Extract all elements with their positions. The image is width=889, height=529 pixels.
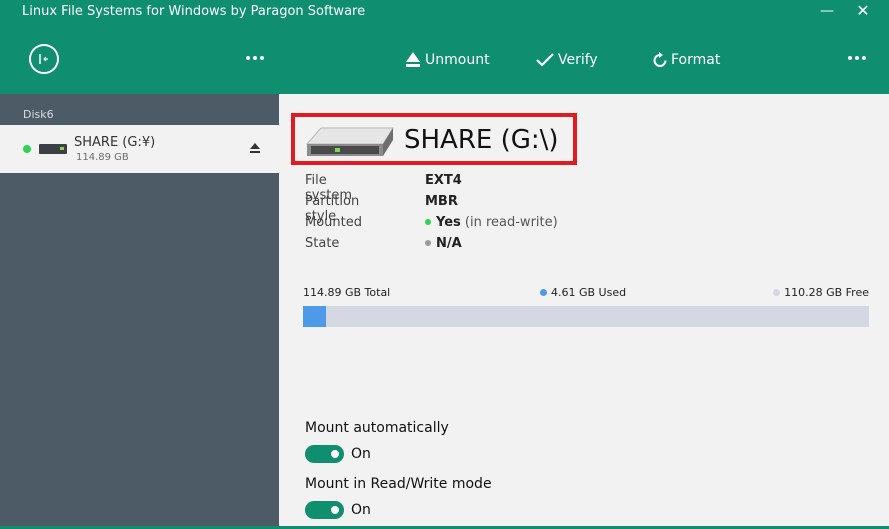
eject-icon[interactable] [249, 142, 261, 155]
mount-automatically-label: Mount automatically [305, 420, 449, 436]
refresh-icon [653, 52, 667, 67]
drive-icon [39, 144, 67, 154]
back-arrow-icon [39, 54, 48, 64]
state-value: N/A [425, 236, 462, 251]
verify-button[interactable]: Verify [536, 49, 598, 71]
minimize-button[interactable]: — [817, 0, 837, 22]
more-dots-icon[interactable] [848, 48, 866, 68]
free-size-label: 110.28 GB Free [773, 286, 869, 299]
property-value: MBR [425, 194, 458, 209]
hard-drive-icon [305, 127, 394, 156]
free-size-text: 110.28 GB Free [784, 286, 869, 299]
title-and-toolbar: Linux File Systems for Windows by Parago… [0, 0, 889, 94]
volume-title: SHARE (G:\) [404, 125, 559, 155]
eject-icon [406, 52, 420, 67]
more-dots-icon[interactable] [246, 48, 264, 68]
property-value: EXT4 [425, 173, 462, 188]
format-button[interactable]: Format [653, 49, 720, 71]
format-label: Format [671, 52, 721, 68]
mount-rw-row: On [305, 501, 371, 519]
mount-rw-label: Mount in Read/Write mode [305, 476, 492, 492]
unmount-button[interactable]: Unmount [405, 49, 490, 71]
property-label: Mounted [305, 215, 362, 230]
used-size-label: 4.61 GB Used [540, 286, 626, 299]
window-title: Linux File Systems for Windows by Parago… [22, 4, 366, 19]
toggle-knob [331, 506, 339, 514]
used-size-text: 4.61 GB Used [551, 286, 627, 299]
sidebar-item-label: SHARE (G:¥) [74, 135, 156, 150]
volume-header: SHARE (G:\) [291, 113, 577, 165]
usage-bar [303, 306, 869, 327]
toggle-knob [331, 450, 339, 458]
state-status-dot [425, 239, 431, 246]
mounted-value: Yes (in read-write) [425, 215, 558, 230]
mount-automatically-row: On [305, 445, 371, 463]
verify-label: Verify [558, 52, 598, 68]
used-legend-dot [540, 288, 547, 296]
mounted-value-detail: (in read-write) [460, 215, 558, 230]
sidebar: Disk6 SHARE (G:¥) 114.89 GB [0, 94, 279, 529]
checkmark-icon [536, 53, 554, 67]
sidebar-item-share[interactable]: SHARE (G:¥) 114.89 GB [0, 125, 279, 173]
main-panel: SHARE (G:\) File system EXT4 Partition s… [279, 94, 889, 529]
mount-automatically-toggle[interactable] [305, 445, 344, 463]
close-button[interactable]: ✕ [853, 0, 873, 22]
mounted-status-dot [425, 218, 431, 225]
mount-rw-toggle[interactable] [305, 501, 344, 519]
mount-rw-state: On [351, 502, 371, 518]
usage-bar-used [303, 306, 326, 327]
unmount-label: Unmount [425, 52, 490, 68]
state-value-main: N/A [436, 236, 462, 251]
mount-automatically-state: On [351, 446, 371, 462]
free-legend-dot [773, 288, 781, 296]
mounted-status-dot [23, 145, 31, 153]
usage-legend: 114.89 GB Total 4.61 GB Used 110.28 GB F… [303, 286, 869, 302]
property-label: State [305, 236, 340, 251]
sidebar-item-size: 114.89 GB [76, 152, 129, 163]
mounted-value-main: Yes [436, 215, 461, 230]
sidebar-group-label: Disk6 [23, 108, 54, 121]
total-size-label: 114.89 GB Total [303, 286, 391, 299]
back-button[interactable] [29, 44, 59, 74]
